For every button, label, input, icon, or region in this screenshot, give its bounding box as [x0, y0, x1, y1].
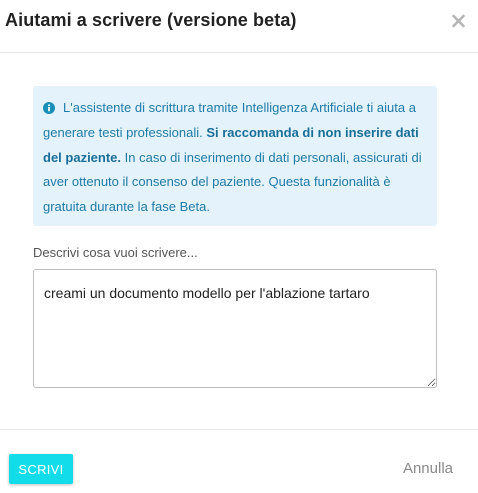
- prompt-label: Descrivi cosa vuoi scrivere...: [33, 245, 198, 260]
- prompt-textarea[interactable]: creami un documento modello per l'ablazi…: [33, 269, 437, 388]
- info-circle-icon: [43, 101, 55, 114]
- cancel-button[interactable]: Annulla: [403, 460, 453, 477]
- dialog-footer: SCRIVI Annulla: [0, 429, 478, 493]
- write-button[interactable]: SCRIVI: [9, 454, 73, 484]
- dialog-header: Aiutami a scrivere (versione beta): [0, 0, 478, 53]
- help-me-write-dialog: Aiutami a scrivere (versione beta) L'ass…: [0, 0, 478, 493]
- dialog-title: Aiutami a scrivere (versione beta): [5, 10, 297, 30]
- info-alert: L'assistente di scrittura tramite Intell…: [33, 86, 437, 226]
- close-icon[interactable]: [450, 9, 468, 31]
- info-text: L'assistente di scrittura tramite Intell…: [43, 96, 427, 220]
